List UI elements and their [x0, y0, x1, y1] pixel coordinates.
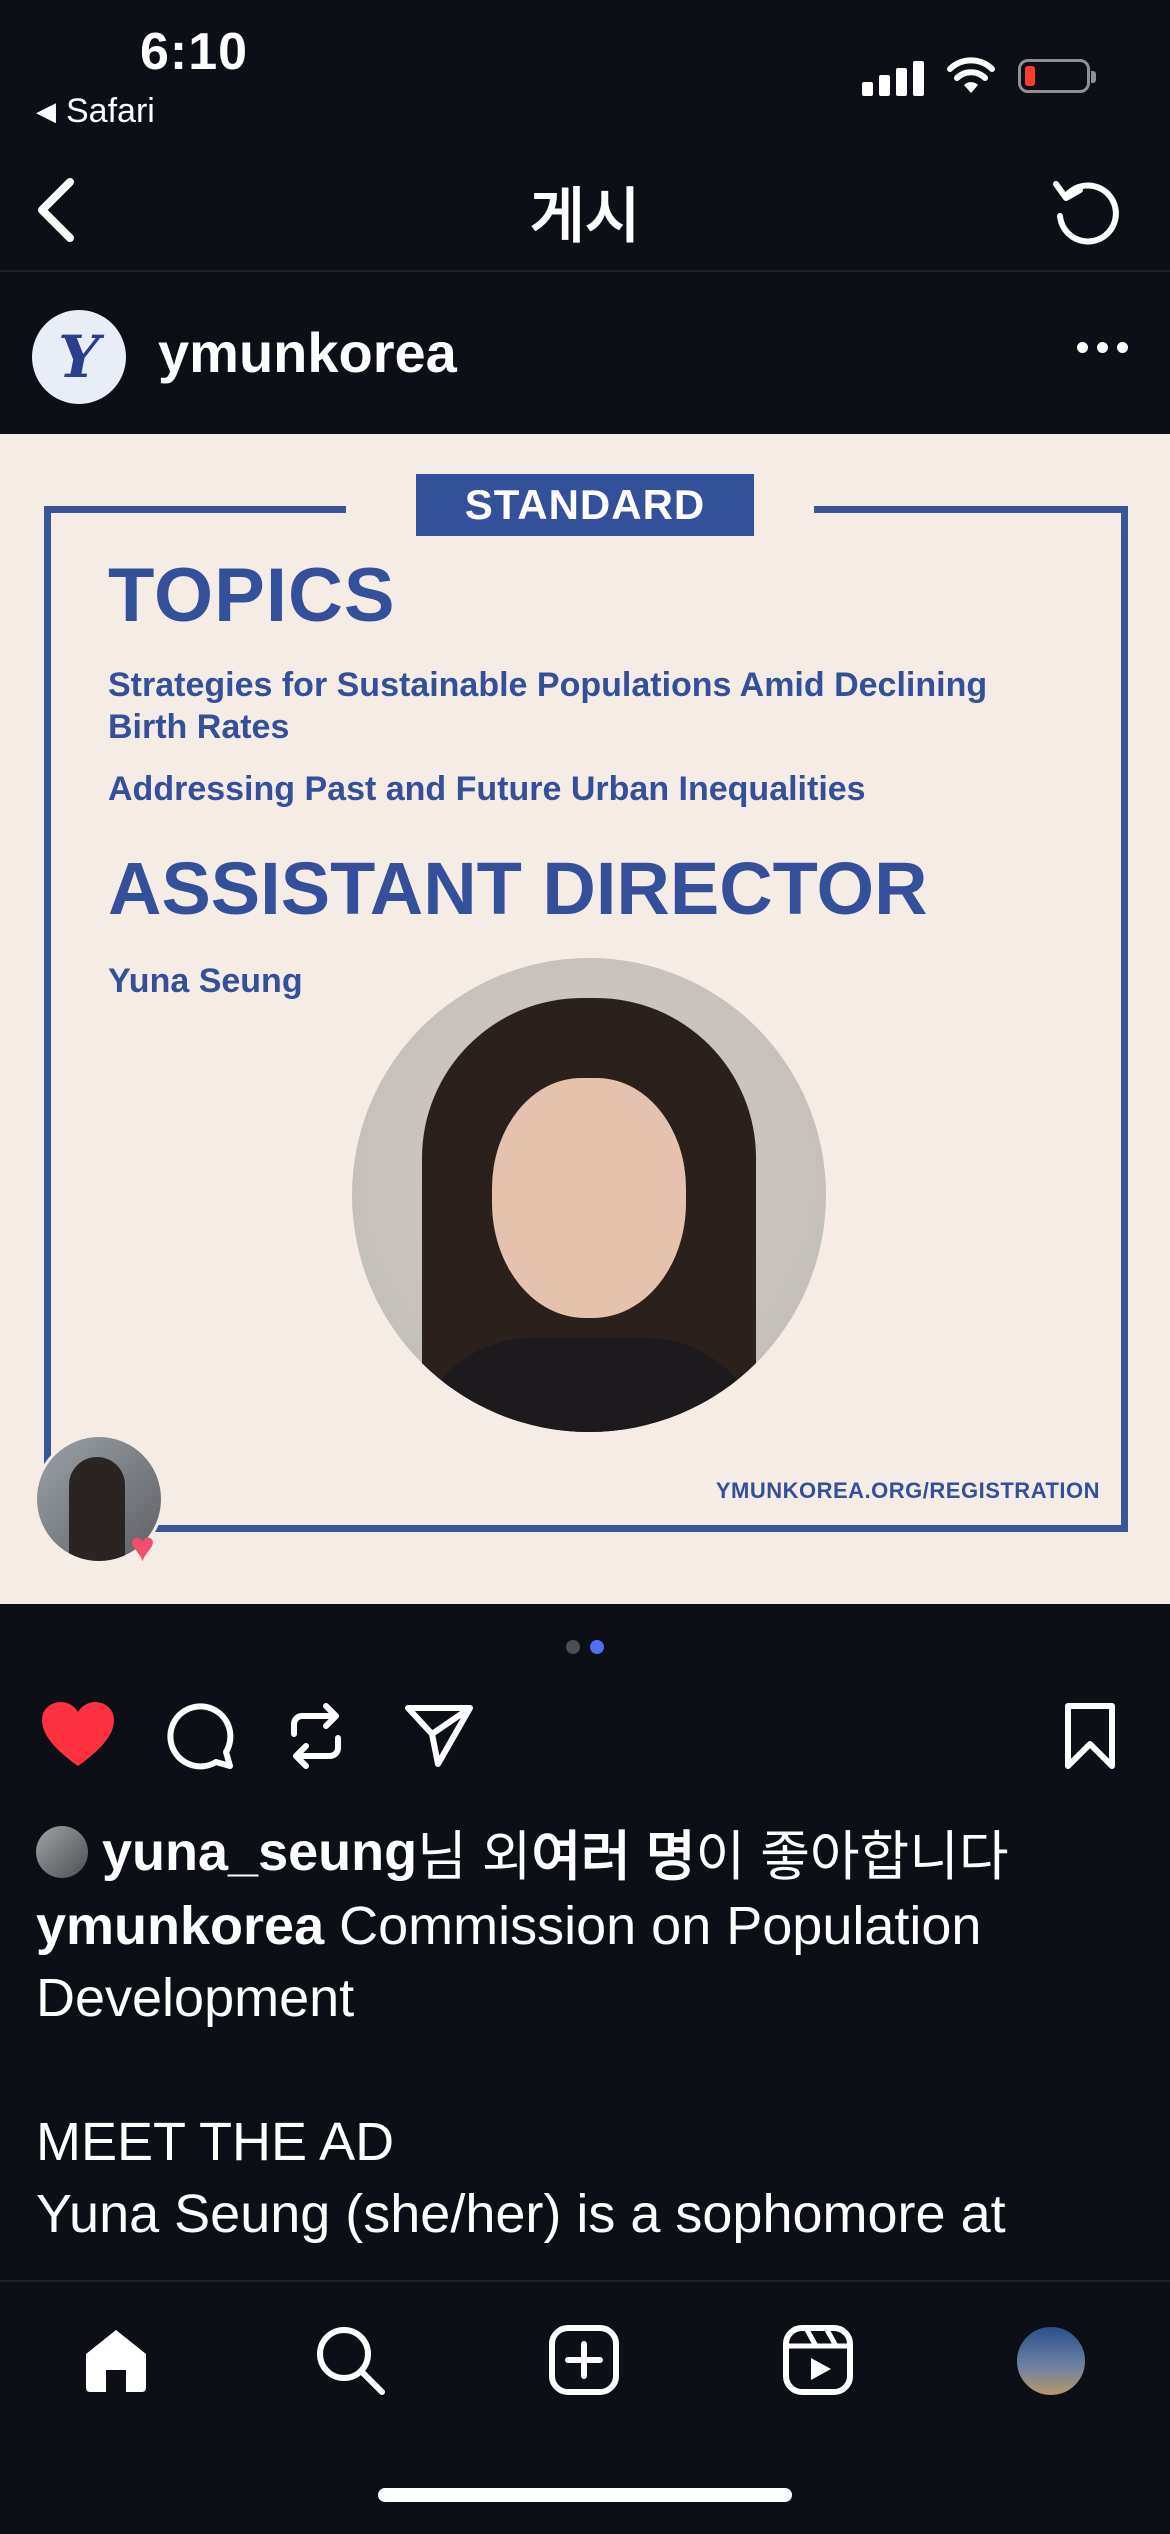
comment-icon[interactable] [164, 1700, 236, 1772]
carousel-dot [566, 1640, 580, 1654]
profile-avatar[interactable] [1014, 2324, 1088, 2398]
author-avatar[interactable]: Y [32, 310, 126, 404]
caption-author[interactable]: ymunkorea [36, 1896, 324, 1956]
caption-text: Development [36, 1968, 355, 2028]
committee-level-badge: STANDARD [416, 474, 754, 536]
portrait-face [492, 1078, 686, 1318]
status-bar: 6:10 ◀ Safari [0, 0, 1170, 140]
carousel-dot-active [590, 1640, 604, 1654]
liker-avatar [36, 1825, 88, 1878]
bookmark-icon[interactable] [1060, 1700, 1120, 1772]
person-name: Yuna Seung [108, 962, 303, 1000]
back-to-app-link[interactable]: ◀ Safari [36, 92, 155, 131]
author-username[interactable]: ymunkorea [158, 320, 457, 385]
liker-username[interactable]: yuna_seung [102, 1821, 417, 1883]
battery-level [1025, 66, 1035, 86]
likes-others[interactable]: 여러 명 [531, 1812, 695, 1891]
home-icon[interactable] [80, 2324, 152, 2396]
status-indicators [862, 56, 1096, 96]
registration-url: YMUNKOREA.ORG/REGISTRATION [715, 1478, 1100, 1503]
likes-text: 님 외 [417, 1827, 532, 1887]
reels-icon[interactable] [782, 2324, 854, 2396]
topic-item: Strategies for Sustainable Populations A… [108, 666, 988, 746]
back-app-label: Safari [66, 92, 155, 130]
liker-figure [69, 1457, 125, 1561]
portrait-photo [352, 958, 826, 1432]
post-actions-bar [0, 1690, 1170, 1810]
repost-icon[interactable] [284, 1700, 348, 1772]
topics-heading: TOPICS [108, 553, 396, 638]
post-author-bar: Y ymunkorea [0, 272, 1170, 432]
likes-summary[interactable]: yuna_seung 님 외 여러 명 이 좋아합니다 [36, 1812, 1009, 1891]
heart-filled-icon[interactable] [40, 1700, 116, 1770]
page-title: 게시 [529, 183, 641, 250]
caption-text: Yuna Seung (she/her) is a sophomore at [36, 2184, 1006, 2244]
home-indicator[interactable] [378, 2488, 792, 2502]
status-time: 6:10 [140, 23, 249, 81]
post-image[interactable]: STANDARD TOPICS Strategies for Sustainab… [0, 434, 1170, 1604]
post-page-header: 게시 [0, 150, 1170, 272]
refresh-icon[interactable] [1048, 174, 1124, 250]
likes-text-end: 이 좋아합니다 [695, 1827, 1009, 1887]
caption-text: Commission on Population [324, 1896, 982, 1956]
heart-badge-icon: ♥ [130, 1523, 155, 1570]
create-icon[interactable] [548, 2324, 620, 2396]
search-icon[interactable] [314, 2324, 386, 2396]
more-horizontal-icon[interactable] [1077, 342, 1128, 353]
ymun-logo-icon: Y [58, 323, 100, 391]
post-caption: ymunkorea Commission on Population Devel… [36, 1890, 1136, 2250]
role-heading: ASSISTANT DIRECTOR [108, 847, 928, 930]
cellular-signal-icon [862, 56, 924, 96]
battery-icon [1018, 59, 1096, 93]
back-triangle-icon: ◀ [36, 96, 56, 126]
caption-text: MEET THE AD [36, 2112, 395, 2172]
carousel-indicator [0, 1640, 1170, 1654]
send-icon[interactable] [404, 1700, 474, 1770]
wifi-icon [947, 57, 995, 93]
topic-item: Addressing Past and Future Urban Inequal… [108, 770, 866, 808]
